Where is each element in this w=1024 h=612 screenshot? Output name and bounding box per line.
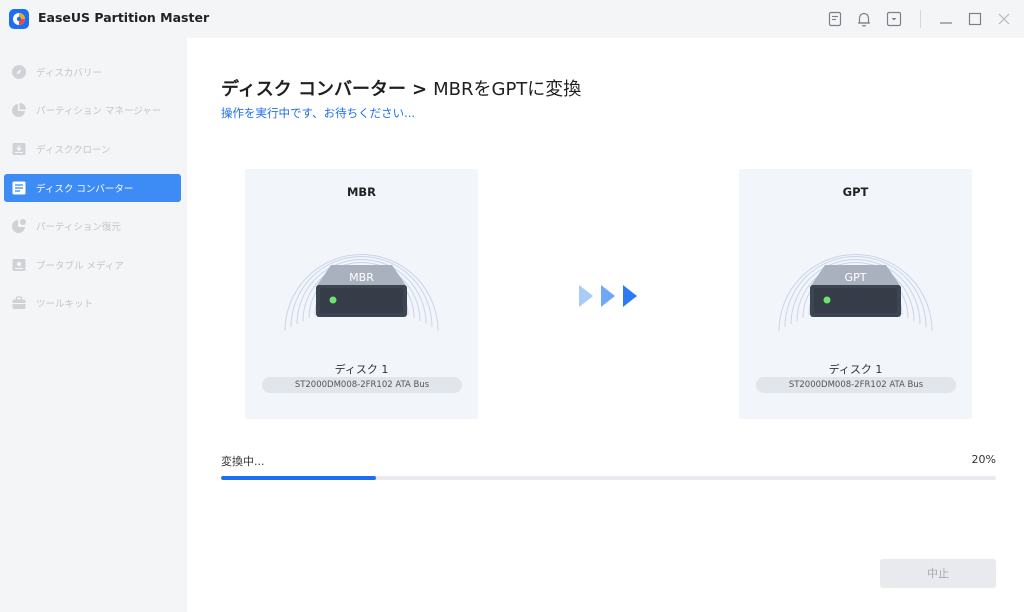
minimize-icon[interactable] [937,10,955,28]
stop-button[interactable]: 中止 [880,559,996,588]
disk-clone-icon [12,143,26,155]
disk-converter-icon [12,181,26,195]
page-title: ディスク コンバーター > MBRをGPTに変換 [221,75,581,101]
toolkit-icon [12,296,26,309]
app-logo-icon [9,9,29,29]
sidebar: ディスカバリー パーティション マネージャー ディスククローン ディスク コンバ… [0,38,187,612]
title-bar: EaseUS Partition Master [0,0,1024,38]
sidebar-item-label: ツールキット [36,299,94,310]
close-icon[interactable] [995,10,1013,28]
bootable-media-icon [12,259,26,271]
main-panel: ディスク コンバーター > MBRをGPTに変換 操作を実行中です、お待ちください.… [187,38,1024,612]
status-message: 操作を実行中です、お待ちください... [221,106,416,120]
target-disk-title: GPT [842,185,869,199]
page-title-main: ディスク コンバーター [221,79,407,100]
progress-bar-fill [221,476,376,480]
app-title: EaseUS Partition Master [38,10,210,25]
sidebar-item-partition-manager[interactable]: パーティション マネージャー [4,96,181,124]
target-disk-card: GPT GPT ディスク 1 ST2000DM008-2FR102 ATA Bu… [739,169,972,419]
source-disk-graphic: MBR [284,254,439,332]
conversion-arrows-icon [579,285,637,307]
target-disk-badge: GPT [845,271,867,284]
pie-chart-icon [12,103,26,117]
sidebar-item-toolkit[interactable]: ツールキット [4,289,181,317]
bell-icon[interactable] [855,10,873,28]
sidebar-item-label: パーティション復元 [36,222,121,233]
source-disk-title: MBR [346,185,377,199]
sidebar-item-disk-converter[interactable]: ディスク コンバーター [4,174,181,202]
feedback-icon[interactable] [826,10,844,28]
status-led [823,296,831,304]
source-disk-model: ST2000DM008-2FR102 ATA Bus [262,377,462,393]
sidebar-item-label: ディスカバリー [36,68,102,79]
page-title-operation: MBRをGPTに変換 [433,79,582,100]
dropdown-menu-icon[interactable] [885,10,903,28]
sidebar-item-bootable-media[interactable]: ブータブル メディア [4,251,181,279]
partition-recovery-icon [12,219,26,233]
sidebar-item-partition-recovery[interactable]: パーティション復元 [4,212,181,240]
sidebar-item-disk-clone[interactable]: ディスククローン [4,135,181,163]
source-disk-badge: MBR [349,271,374,284]
source-disk-name: ディスク 1 [334,363,389,376]
progress-label: 変換中... [221,455,265,468]
discovery-icon [12,65,26,79]
target-disk-model: ST2000DM008-2FR102 ATA Bus [756,377,956,393]
titlebar-divider [920,10,921,28]
sidebar-item-label: ディスク コンバーター [36,184,134,195]
sidebar-item-label: パーティション マネージャー [36,106,162,117]
title-separator: > [412,79,428,100]
sidebar-item-discovery[interactable]: ディスカバリー [4,58,181,86]
maximize-icon[interactable] [966,10,984,28]
progress-bar [221,476,996,480]
target-disk-graphic: GPT [778,254,933,332]
status-led [329,296,337,304]
sidebar-item-label: ディスククローン [36,145,111,156]
target-disk-name: ディスク 1 [828,363,883,376]
progress-percent: 20% [971,453,996,466]
sidebar-item-label: ブータブル メディア [36,261,124,272]
source-disk-card: MBR MBR ディスク 1 ST2000DM008-2FR102 ATA Bu… [245,169,478,419]
